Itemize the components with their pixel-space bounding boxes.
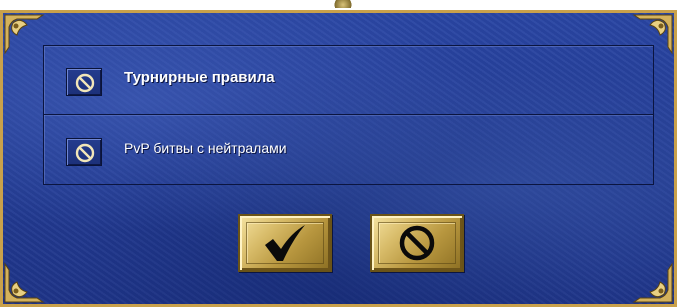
window-top-strip [0, 0, 677, 10]
option-row-pvp-neutrals: PvP битвы с нейтралами [44, 116, 653, 185]
corner-ornament-icon [632, 262, 673, 303]
top-ornament-icon [330, 0, 356, 8]
corner-ornament-icon [4, 14, 45, 55]
checkmark-icon [265, 225, 305, 261]
options-panel: Турнирные правила PvP битвы с нейтралами [43, 45, 654, 185]
pvp-neutrals-label: PvP битвы с нейтралами [124, 140, 287, 156]
tournament-rules-toggle[interactable] [66, 68, 102, 96]
options-dialog: Турнирные правила PvP битвы с нейтралами [0, 10, 677, 307]
tournament-rules-label: Турнирные правила [124, 69, 275, 86]
cancel-button[interactable] [370, 214, 464, 272]
ok-button[interactable] [238, 214, 332, 272]
option-row-tournament-rules: Турнирные правила [44, 46, 653, 115]
forbidden-icon [75, 73, 95, 93]
pvp-neutrals-toggle[interactable] [66, 138, 102, 166]
forbidden-icon [399, 225, 435, 261]
corner-ornament-icon [4, 262, 45, 303]
forbidden-icon [75, 143, 95, 163]
